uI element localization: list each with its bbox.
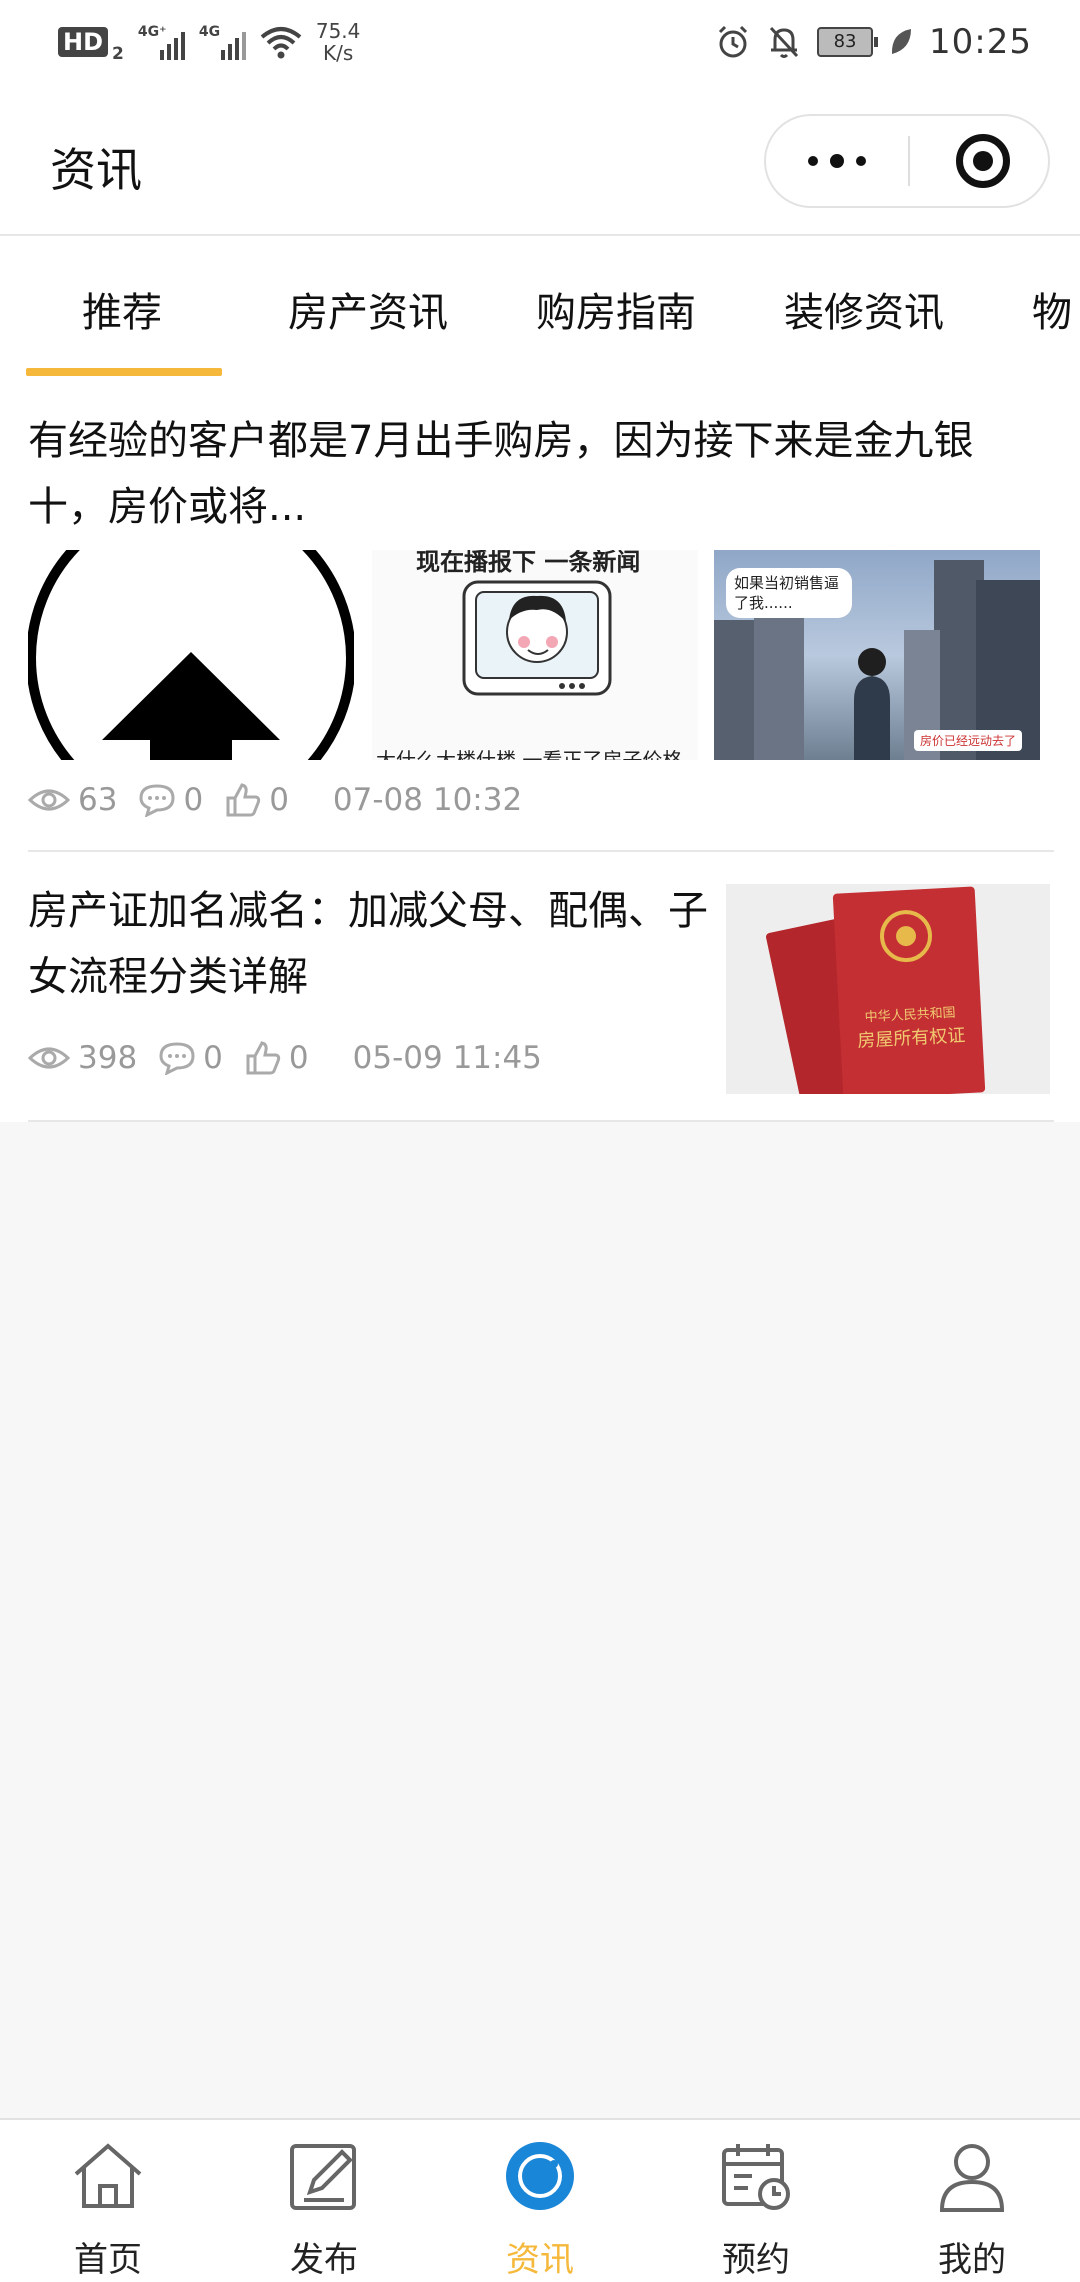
comments-count: 0 [203,1040,223,1076]
speed-unit: K/s [322,41,354,65]
article-title[interactable]: 有经验的客户都是7月出手购房，因为接下来是金九银十，房价或将... [28,408,1028,540]
views-count: 398 [78,1040,138,1076]
tabbar-appointment[interactable]: 预约 [648,2120,864,2282]
tabbar-mine[interactable]: 我的 [864,2120,1080,2282]
like-thumb-icon[interactable] [245,1040,281,1076]
tabbar-label: 发布 [290,2240,358,2280]
edit-icon [290,2144,356,2210]
news-circle-icon [506,2142,574,2210]
signal-sim2-icon: 4G [199,24,246,60]
views-count: 63 [78,782,118,818]
calendar-clock-icon [722,2144,790,2210]
page-title: 资讯 [50,143,142,197]
miniprogram-capsule [764,114,1050,208]
tv-caption-bottom: 大什么大楼什楼 一看正了房子价格 [376,748,683,760]
status-left: HD 2 4G⁺ 4G 75.4 K/s [58,20,360,64]
hd-badge: HD [58,27,109,57]
publish-date: 05-09 11:45 [352,1040,542,1076]
article-list: 有经验的客户都是7月出手购房，因为接下来是金九银十，房价或将... 现在播报下 … [0,378,1080,1122]
article-thumbnail-cartoon-tv[interactable]: 现在播报下 一条新闻 大什么大楼什楼 一看正了房子价格 [372,550,698,760]
hd-sim-number: 2 [112,44,124,64]
article-thumbnail-up-arrow[interactable] [28,550,354,760]
likes-count: 0 [288,1040,309,1076]
image-note-label: 房价已经远动去了 [914,730,1023,751]
national-emblem-icon [880,910,933,963]
article-divider [28,850,1054,852]
tab-property-management[interactable]: 物 [1032,280,1072,338]
close-miniprogram-button[interactable] [956,134,1010,188]
likes-count: 0 [269,782,289,818]
views-eye-icon [28,789,70,811]
tab-buying-guide[interactable]: 购房指南 [536,280,696,338]
sim2-network-type: 4G [198,24,221,40]
tabbar-home[interactable]: 首页 [0,2120,216,2282]
tab-recommend[interactable]: 推荐 [82,280,162,338]
speed-value: 75.4 [315,19,361,43]
article-thumbnail-buildings[interactable]: 如果当初销售逼了我...... 房价已经远动去了 [714,550,1040,760]
tabbar-label: 我的 [938,2240,1006,2280]
more-dot-icon [856,156,866,166]
capsule-divider [908,136,910,186]
article-thumbnail-property-certificate[interactable]: 中华人民共和国 房屋所有权证 [726,884,1050,1094]
tabbar-label: 首页 [74,2240,142,2280]
more-options-button[interactable] [766,116,908,206]
certificate-front: 中华人民共和国 房屋所有权证 [832,886,986,1094]
signal-sim1-icon: 4G⁺ [138,24,185,60]
category-tabs: 推荐 房产资讯 购房指南 装修资讯 物 [0,236,1080,378]
publish-date: 07-08 10:32 [332,782,523,818]
article-divider [28,1120,1054,1122]
tab-property-news[interactable]: 房产资讯 [288,280,448,338]
views-eye-icon [28,1047,70,1069]
leaf-icon [891,29,912,54]
more-dot-icon [830,154,844,168]
network-speed: 75.4 K/s [316,20,361,64]
tab-decoration-news[interactable]: 装修资讯 [784,280,944,338]
speech-bubble: 如果当初销售逼了我...... [726,568,852,618]
comment-icon [159,1042,195,1075]
article-title[interactable]: 房产证加名减名：加减父母、配偶、子女流程分类详解 [28,878,708,1010]
tabbar-label: 预约 [722,2240,790,2280]
status-bar: HD 2 4G⁺ 4G 75.4 K/s 83 10:25 [0,0,1080,92]
home-icon [74,2143,142,2208]
bell-off-icon [769,26,799,58]
article-meta: 63 0 0 07-08 10:32 [28,782,522,818]
comment-icon [139,784,175,817]
bottom-tab-bar: 首页 发布 资讯 预约 我的 [0,2118,1080,2282]
alarm-icon [718,25,748,58]
tv-caption-top: 现在播报下 一条新闻 [416,550,641,576]
up-arrow-icon [28,550,354,760]
more-dot-icon [808,156,818,166]
battery-icon: 83 [817,27,879,57]
tabbar-publish[interactable]: 发布 [216,2120,432,2282]
status-right: 83 10:25 [715,22,1032,62]
active-tab-indicator [26,368,222,376]
tabbar-news[interactable]: 资讯 [432,2120,648,2282]
like-thumb-icon[interactable] [225,782,261,818]
title-bar: 资讯 [0,92,1080,236]
article-meta: 398 0 0 05-09 11:45 [28,1040,542,1076]
sim1-network-type: 4G⁺ [137,24,167,40]
clock: 10:25 [929,22,1032,62]
tabbar-label: 资讯 [506,2240,574,2280]
user-icon [939,2144,1005,2212]
cartoon-tv-icon [462,580,612,696]
wifi-icon [260,27,302,59]
comments-count: 0 [183,782,204,818]
